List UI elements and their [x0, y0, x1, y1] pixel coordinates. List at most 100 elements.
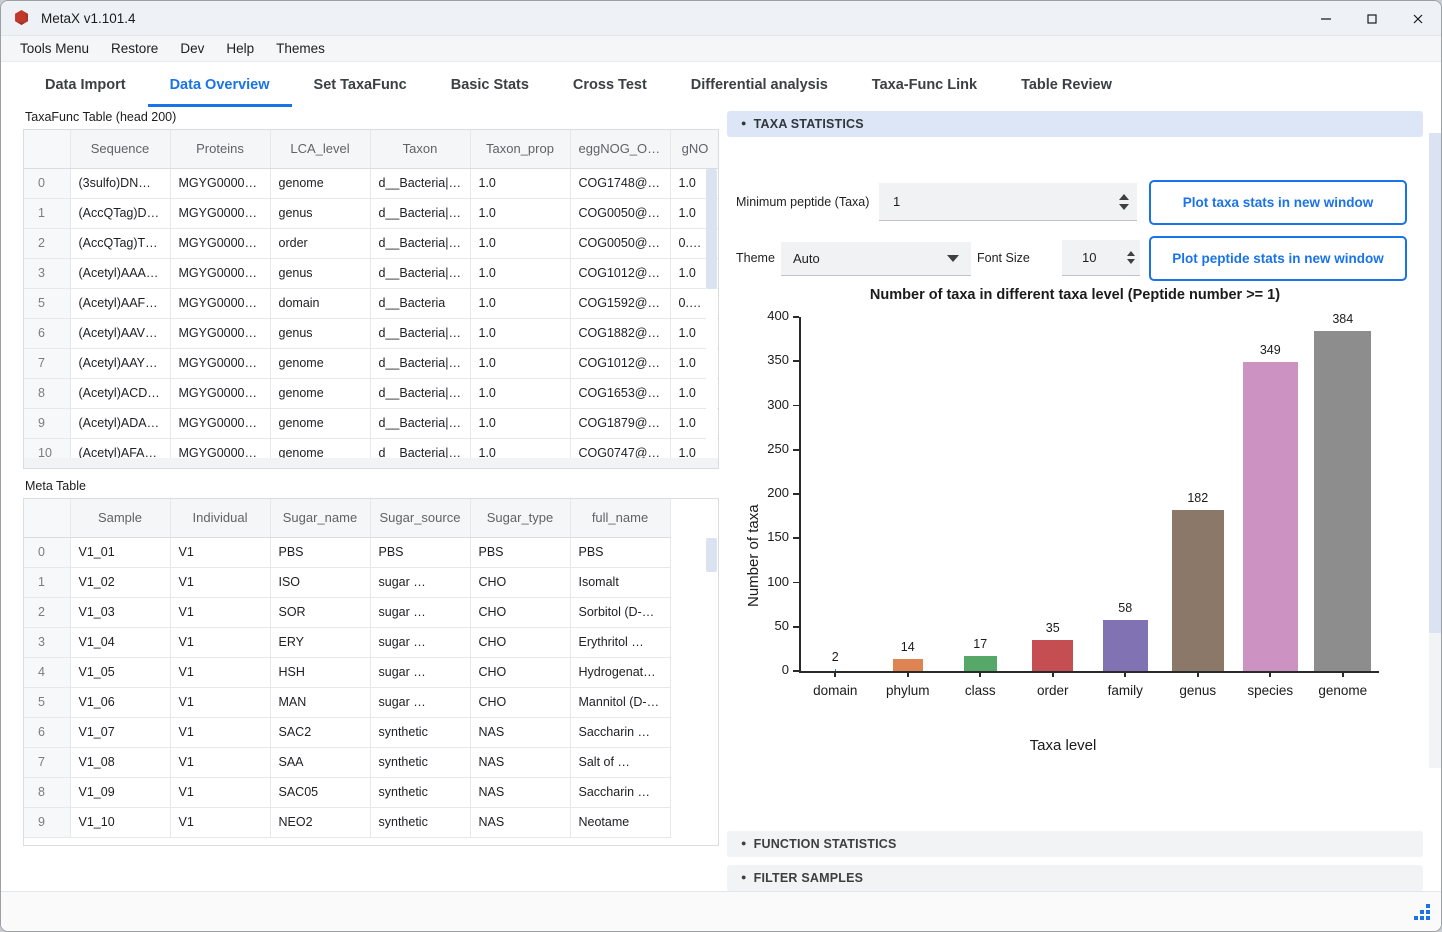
table-row[interactable]: 5 (Acetyl)AAF… MGYG0000… domain d__Bacteria 1… — [24, 288, 718, 319]
table-cell[interactable]: V1 — [170, 627, 271, 658]
table-cell[interactable]: 1.0 — [470, 198, 571, 229]
table-cell[interactable]: COG0050@… — [570, 198, 671, 229]
taxafunc-column-header[interactable]: eggNOG_OGs — [570, 130, 671, 169]
table-cell[interactable]: Neotame — [570, 807, 671, 838]
table-cell[interactable]: ERY — [270, 627, 371, 658]
table-cell[interactable]: genome — [270, 168, 371, 199]
table-row[interactable]: 2 (AccQTag)T… MGYG0000… order d__Bacteria|… 1… — [24, 228, 718, 259]
table-cell[interactable]: d__Bacteria|… — [370, 198, 471, 229]
table-cell[interactable]: MGYG0000… — [170, 168, 271, 199]
table-cell[interactable]: d__Bacteria|… — [370, 408, 471, 439]
table-row[interactable]: 8 V1_09 V1 SAC05 synthetic NAS Saccharin … — [24, 777, 718, 808]
table-row[interactable]: 5 V1_06 V1 MAN sugar … CHO Mannitol (D-… — [24, 687, 718, 718]
table-row[interactable]: 1 (AccQTag)D… MGYG0000… genus d__Bacteria|… 1… — [24, 198, 718, 229]
table-row[interactable]: 7 V1_08 V1 SAA synthetic NAS Salt of … — [24, 747, 718, 778]
resize-grip-icon[interactable] — [1408, 904, 1432, 924]
table-cell[interactable]: Sorbitol (D-… — [570, 597, 671, 628]
table-cell[interactable]: V1 — [170, 567, 271, 598]
table-cell[interactable]: genome — [270, 408, 371, 439]
table-cell[interactable]: COG1592@… — [570, 288, 671, 319]
table-cell[interactable]: V1 — [170, 747, 271, 778]
table-cell[interactable]: MGYG0000… — [170, 258, 271, 289]
row-index[interactable]: 9 — [24, 807, 71, 838]
table-cell[interactable]: Saccharin … — [570, 717, 671, 748]
table-cell[interactable]: (Acetyl)AAA… — [70, 258, 171, 289]
maximize-icon[interactable] — [1349, 1, 1395, 36]
table-row[interactable]: 2 V1_03 V1 SOR sugar … CHO Sorbitol (D-… — [24, 597, 718, 628]
table-cell[interactable]: 1.0 — [470, 288, 571, 319]
minimize-icon[interactable] — [1303, 1, 1349, 36]
table-cell[interactable]: V1 — [170, 717, 271, 748]
meta-column-header[interactable] — [24, 499, 71, 538]
row-index[interactable]: 8 — [24, 777, 71, 808]
row-index[interactable]: 7 — [24, 747, 71, 778]
table-cell[interactable]: order — [270, 228, 371, 259]
section-filter-samples[interactable]: ● FILTER SAMPLES — [727, 865, 1423, 891]
min-peptide-stepper[interactable] — [1119, 183, 1129, 220]
table-cell[interactable]: 1.0 — [470, 378, 571, 409]
table-row[interactable]: 6 (Acetyl)AAV… MGYG0000… genus d__Bacteria|…… — [24, 318, 718, 349]
table-row[interactable]: 3 V1_04 V1 ERY sugar … CHO Erythritol … — [24, 627, 718, 658]
table-cell[interactable]: CHO — [470, 627, 571, 658]
table-cell[interactable]: (Acetyl)ACD… — [70, 378, 171, 409]
meta-column-header[interactable]: Individual — [170, 499, 271, 538]
table-cell[interactable]: V1_06 — [70, 687, 171, 718]
table-cell[interactable]: sugar … — [370, 567, 471, 598]
row-index[interactable]: 0 — [24, 537, 71, 568]
table-cell[interactable]: V1_03 — [70, 597, 171, 628]
table-cell[interactable]: COG0050@… — [570, 228, 671, 259]
stepper-down-icon[interactable] — [1119, 203, 1129, 210]
row-index[interactable]: 9 — [24, 408, 71, 439]
table-cell[interactable]: COG1879@… — [570, 408, 671, 439]
table-cell[interactable]: ISO — [270, 567, 371, 598]
table-cell[interactable]: MGYG0000… — [170, 318, 271, 349]
menu-dev[interactable]: Dev — [171, 38, 213, 59]
row-index[interactable]: 5 — [24, 687, 71, 718]
table-cell[interactable]: (AccQTag)T… — [70, 228, 171, 259]
row-index[interactable]: 7 — [24, 348, 71, 379]
menu-themes[interactable]: Themes — [267, 38, 334, 59]
table-cell[interactable]: V1_05 — [70, 657, 171, 688]
table-cell[interactable]: V1 — [170, 687, 271, 718]
table-cell[interactable]: sugar … — [370, 657, 471, 688]
meta-column-header[interactable]: Sugar_source — [370, 499, 471, 538]
table-cell[interactable]: V1_10 — [70, 807, 171, 838]
table-cell[interactable]: (Acetyl)ADA… — [70, 408, 171, 439]
taxafunc-table[interactable]: Sequence Proteins LCA_level Taxon Taxon_prop… — [23, 129, 719, 469]
table-cell[interactable]: 1.0 — [470, 318, 571, 349]
table-row[interactable]: 9 (Acetyl)ADA… MGYG0000… genome d__Bacteria|… — [24, 408, 718, 439]
table-cell[interactable]: 1.0 — [470, 168, 571, 199]
table-cell[interactable]: (3sulfo)DN… — [70, 168, 171, 199]
row-index[interactable]: 1 — [24, 567, 71, 598]
table-cell[interactable]: COG1882@… — [570, 318, 671, 349]
table-cell[interactable]: (Acetyl)AAY… — [70, 348, 171, 379]
table-cell[interactable]: d__Bacteria|… — [370, 348, 471, 379]
table-cell[interactable]: MGYG0000… — [170, 408, 271, 439]
row-index[interactable]: 8 — [24, 378, 71, 409]
table-cell[interactable]: V1_09 — [70, 777, 171, 808]
table-cell[interactable]: CHO — [470, 657, 571, 688]
stepper-up-icon[interactable] — [1119, 193, 1129, 200]
table-cell[interactable]: Mannitol (D-… — [570, 687, 671, 718]
font-size-stepper[interactable] — [1127, 240, 1135, 275]
meta-table[interactable]: Sample Individual Sugar_name Sugar_source Su… — [23, 498, 719, 846]
table-cell[interactable]: (Acetyl)AAV… — [70, 318, 171, 349]
tab-differential-analysis[interactable]: Differential analysis — [669, 66, 850, 107]
row-index[interactable]: 2 — [24, 597, 71, 628]
table-cell[interactable]: domain — [270, 288, 371, 319]
table-cell[interactable]: PBS — [270, 537, 371, 568]
table-cell[interactable]: (AccQTag)D… — [70, 198, 171, 229]
meta-column-header[interactable]: full_name — [570, 499, 671, 538]
meta-column-header[interactable]: Sample — [70, 499, 171, 538]
table-cell[interactable]: d__Bacteria — [370, 288, 471, 319]
table-cell[interactable]: SAC2 — [270, 717, 371, 748]
table-cell[interactable]: d__Bacteria|… — [370, 168, 471, 199]
table-cell[interactable]: d__Bacteria|… — [370, 228, 471, 259]
table-cell[interactable]: NAS — [470, 777, 571, 808]
row-index[interactable]: 6 — [24, 717, 71, 748]
stepper-down-icon[interactable] — [1127, 259, 1135, 264]
table-cell[interactable]: SAA — [270, 747, 371, 778]
row-index[interactable]: 3 — [24, 627, 71, 658]
table-row[interactable]: 8 (Acetyl)ACD… MGYG0000… genome d__Bacteria|… — [24, 378, 718, 409]
table-cell[interactable]: MAN — [270, 687, 371, 718]
